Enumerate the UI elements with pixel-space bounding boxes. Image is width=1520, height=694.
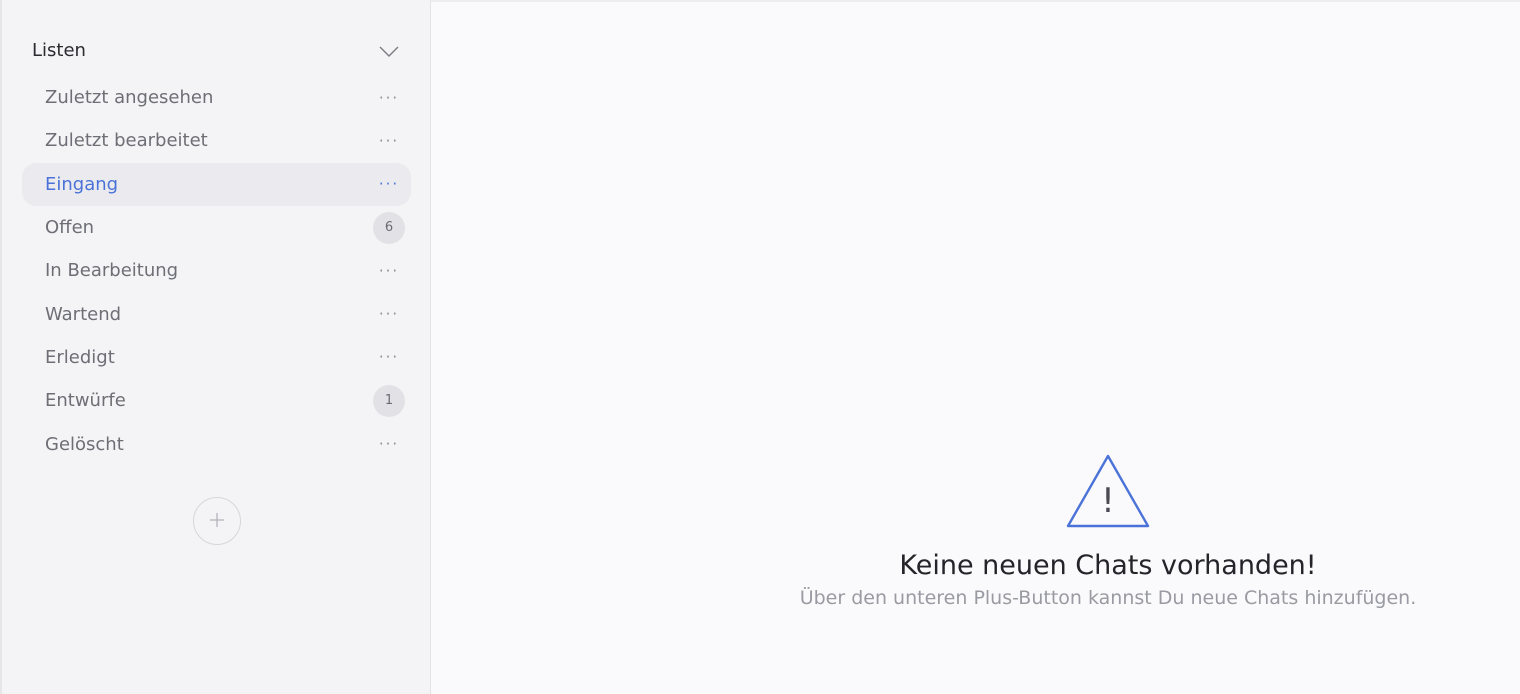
lists-section-header[interactable]: Listen	[22, 28, 412, 72]
sidebar-item-wartend[interactable]: Wartend ···	[22, 292, 411, 335]
section-title: Listen	[32, 39, 86, 61]
sidebar-item-label: Eingang	[45, 173, 119, 195]
sidebar-item-zuletzt-bearbeitet[interactable]: Zuletzt bearbeitet ···	[22, 119, 411, 162]
sidebar-list: Zuletzt angesehen ··· Zuletzt bearbeitet…	[22, 76, 411, 466]
more-options-button[interactable]: ···	[373, 82, 405, 114]
add-list-button[interactable]	[193, 497, 241, 545]
sidebar-item-label: Entwürfe	[45, 390, 126, 412]
sidebar-item-offen[interactable]: Offen 6	[22, 206, 411, 249]
more-options-button[interactable]: ···	[373, 168, 405, 200]
more-options-button[interactable]: ···	[373, 255, 405, 287]
empty-state: ! Keine neuen Chats vorhanden! Über den …	[761, 452, 1455, 609]
main-content: ! Keine neuen Chats vorhanden! Über den …	[431, 0, 1520, 694]
sidebar-item-label: Zuletzt bearbeitet	[45, 130, 208, 152]
sidebar-item-entwuerfe[interactable]: Entwürfe 1	[22, 379, 411, 422]
count-badge: 1	[373, 384, 405, 417]
plus-icon	[208, 511, 226, 532]
warning-icon: !	[761, 452, 1455, 530]
more-options-button[interactable]: ···	[373, 125, 405, 157]
count-badge: 6	[373, 211, 405, 244]
svg-text:!: !	[1101, 481, 1115, 521]
sidebar-item-in-bearbeitung[interactable]: In Bearbeitung ···	[22, 249, 411, 292]
more-options-button[interactable]: ···	[373, 298, 405, 330]
sidebar-item-zuletzt-angesehen[interactable]: Zuletzt angesehen ···	[22, 76, 411, 119]
app-window: Listen Zuletzt angesehen ··· Zuletzt bea…	[0, 0, 1520, 694]
more-options-button[interactable]: ···	[373, 341, 405, 373]
sidebar-item-eingang[interactable]: Eingang ···	[22, 162, 411, 206]
sidebar-item-label: Erledigt	[45, 346, 115, 368]
empty-state-title: Keine neuen Chats vorhanden!	[899, 550, 1317, 581]
sidebar-item-label: Gelöscht	[45, 433, 124, 455]
chevron-down-icon[interactable]	[378, 41, 400, 63]
sidebar-item-label: Wartend	[45, 303, 122, 325]
sidebar: Listen Zuletzt angesehen ··· Zuletzt bea…	[2, 0, 431, 694]
sidebar-item-label: Offen	[45, 217, 95, 239]
sidebar-item-erledigt[interactable]: Erledigt ···	[22, 336, 411, 379]
sidebar-item-label: Zuletzt angesehen	[45, 87, 214, 109]
more-options-button[interactable]: ···	[373, 428, 405, 460]
sidebar-item-label: In Bearbeitung	[45, 260, 179, 282]
sidebar-item-geloescht[interactable]: Gelöscht ···	[22, 422, 411, 465]
empty-state-subtitle: Über den unteren Plus-Button kannst Du n…	[799, 587, 1417, 609]
